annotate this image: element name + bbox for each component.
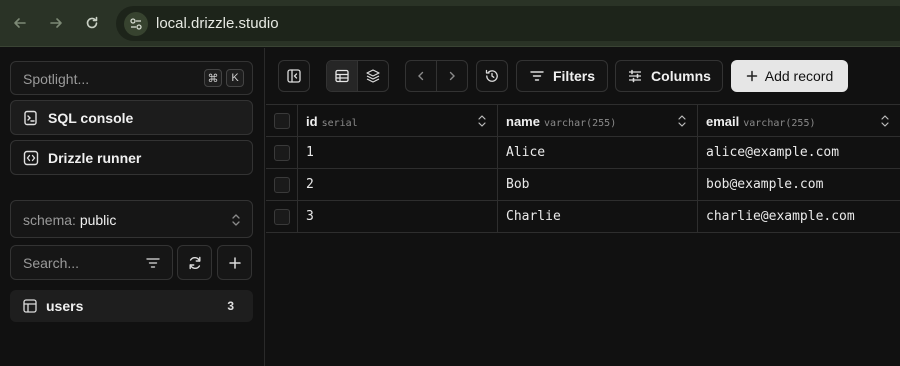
view-toggle <box>326 60 389 92</box>
main-panel: Filters Columns Add record id serial name… <box>266 48 900 366</box>
chevron-right-icon <box>450 71 456 81</box>
spotlight-label: Spotlight... <box>23 71 90 87</box>
shortcut-k-key: K <box>226 69 244 87</box>
layers-view-button[interactable] <box>358 61 388 91</box>
drizzle-runner-button[interactable]: Drizzle runner <box>10 140 253 175</box>
chevron-left-icon <box>418 71 424 81</box>
table-icon <box>23 299 37 313</box>
arrow-right-icon <box>50 18 62 28</box>
search-placeholder: Search... <box>23 255 80 271</box>
terminal-icon <box>24 110 37 126</box>
refresh-icon <box>189 256 200 269</box>
column-type: varchar(255) <box>543 118 617 129</box>
reload-button[interactable] <box>81 12 103 34</box>
row-checkbox[interactable] <box>274 209 290 225</box>
cell-name[interactable]: Alice <box>498 137 698 168</box>
columns-label: Columns <box>651 68 711 84</box>
pagination <box>405 60 468 92</box>
column-header-email[interactable]: email varchar(255) <box>698 105 900 136</box>
cell-email[interactable]: bob@example.com <box>698 169 900 200</box>
table-row[interactable]: 2 Bob bob@example.com <box>266 169 900 201</box>
site-info-button[interactable] <box>124 12 148 36</box>
toggle-sidebar-button[interactable] <box>278 60 310 92</box>
refresh-button[interactable] <box>177 245 212 280</box>
data-grid: id serial name varchar(255) email varchar(2… <box>266 104 900 233</box>
next-page-button[interactable] <box>436 61 467 91</box>
back-button[interactable] <box>9 12 31 34</box>
sort-icon[interactable] <box>880 114 890 128</box>
shortcut-mod-key: ⌘ <box>204 69 222 87</box>
cell-id[interactable]: 2 <box>298 169 498 200</box>
schema-prefix: schema: <box>23 212 76 228</box>
address-bar[interactable]: local.drizzle.studio <box>116 6 900 41</box>
table-row[interactable]: 1 Alice alice@example.com <box>266 137 900 169</box>
cell-name[interactable]: Charlie <box>498 201 698 232</box>
row-checkbox[interactable] <box>274 145 290 161</box>
column-name: name <box>506 114 540 129</box>
filters-button[interactable]: Filters <box>516 60 608 92</box>
table-search-input[interactable]: Search... <box>10 245 173 280</box>
cell-email[interactable]: alice@example.com <box>698 137 900 168</box>
sliders-icon <box>629 69 642 83</box>
forward-button[interactable] <box>45 12 67 34</box>
reload-icon <box>86 16 98 29</box>
sidebar-item-label: users <box>46 298 84 314</box>
history-icon <box>485 69 498 82</box>
grid-view-button[interactable] <box>327 61 358 91</box>
grid-header-row: id serial name varchar(255) email varchar(2… <box>266 104 900 137</box>
cell-name[interactable]: Bob <box>498 169 698 200</box>
browser-toolbar: local.drizzle.studio <box>0 0 900 47</box>
add-record-label: Add record <box>764 68 834 84</box>
arrow-left-icon <box>14 18 26 28</box>
layers-icon <box>366 69 380 83</box>
sidebar-collapse-icon <box>287 69 301 83</box>
sidebar-item-users[interactable]: users 3 <box>10 290 253 322</box>
filter-icon[interactable] <box>145 255 161 271</box>
schema-select[interactable]: schema: public <box>10 200 253 238</box>
row-checkbox[interactable] <box>274 177 290 193</box>
history-button[interactable] <box>476 60 508 92</box>
schema-value: public <box>79 212 117 228</box>
filter-icon <box>530 71 544 81</box>
sort-icon[interactable] <box>477 114 487 128</box>
add-record-button[interactable]: Add record <box>731 60 848 92</box>
sql-console-button[interactable]: SQL console <box>10 100 253 135</box>
cell-id[interactable]: 1 <box>298 137 498 168</box>
chevron-up-down-icon <box>232 214 240 226</box>
code-icon <box>23 150 39 166</box>
select-all-checkbox[interactable] <box>274 113 290 129</box>
sort-icon[interactable] <box>677 114 687 128</box>
table-grid-icon <box>335 69 349 83</box>
column-type: serial <box>321 118 358 129</box>
url-text: local.drizzle.studio <box>156 15 279 32</box>
filters-label: Filters <box>552 68 595 84</box>
cell-email[interactable]: charlie@example.com <box>698 201 900 232</box>
plus-icon <box>228 256 241 269</box>
tune-icon <box>130 18 142 30</box>
column-type: varchar(255) <box>743 118 816 129</box>
sql-console-label: SQL console <box>48 110 134 126</box>
column-name: id <box>306 114 318 129</box>
row-count-badge: 3 <box>227 299 234 313</box>
add-table-button[interactable] <box>217 245 252 280</box>
plus-icon <box>746 70 757 82</box>
column-header-id[interactable]: id serial <box>298 105 498 136</box>
column-header-name[interactable]: name varchar(255) <box>498 105 698 136</box>
cell-id[interactable]: 3 <box>298 201 498 232</box>
sidebar: Spotlight... ⌘ K SQL console Drizzle run… <box>0 48 265 366</box>
drizzle-runner-label: Drizzle runner <box>48 150 142 166</box>
spotlight-button[interactable]: Spotlight... ⌘ K <box>10 61 253 95</box>
table-row[interactable]: 3 Charlie charlie@example.com <box>266 201 900 233</box>
prev-page-button[interactable] <box>406 61 436 91</box>
columns-button[interactable]: Columns <box>615 60 723 92</box>
column-name: email <box>706 114 740 129</box>
